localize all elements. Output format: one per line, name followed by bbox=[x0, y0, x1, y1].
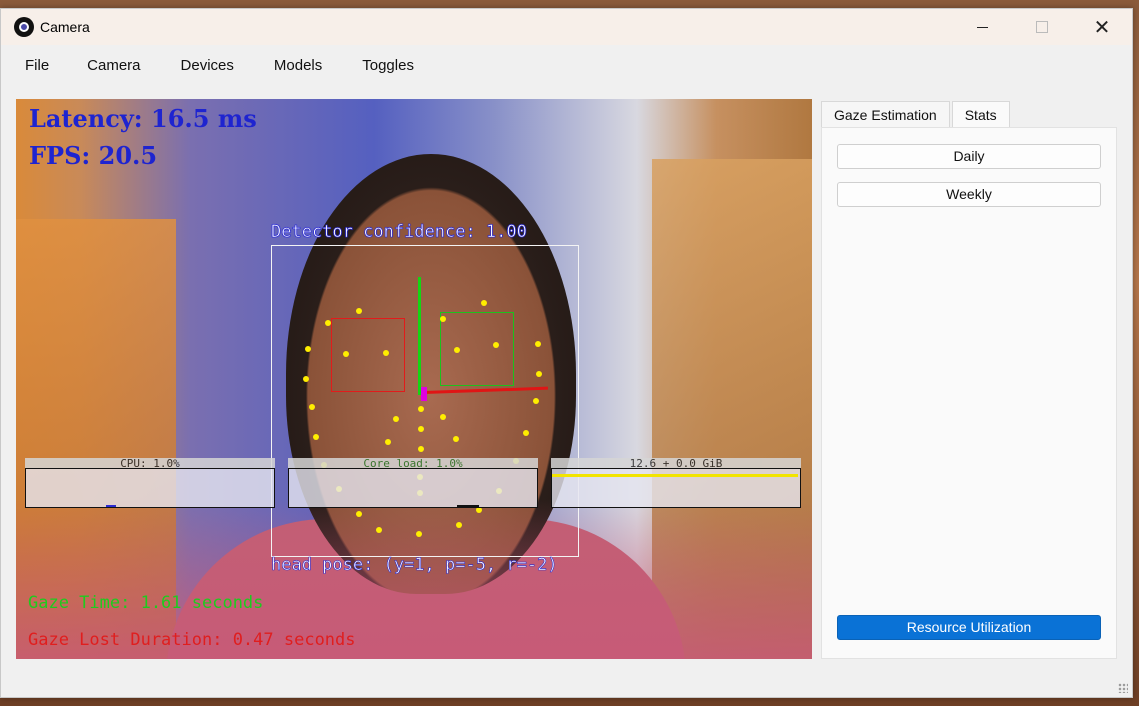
landmark-dot bbox=[385, 439, 391, 445]
detector-confidence-label: Detector confidence: 1.00 bbox=[271, 222, 527, 243]
fps-readout: FPS: 20.5 bbox=[29, 141, 158, 170]
landmark-dot bbox=[493, 342, 499, 348]
landmark-dot bbox=[383, 350, 389, 356]
landmark-dot bbox=[536, 371, 542, 377]
core-load-meter-fill bbox=[457, 505, 479, 507]
menu-devices[interactable]: Devices bbox=[169, 57, 246, 74]
landmark-dot bbox=[456, 522, 462, 528]
landmark-dot bbox=[305, 346, 311, 352]
landmark-dot bbox=[440, 316, 446, 322]
left-eye-box bbox=[331, 318, 405, 392]
landmark-dot bbox=[533, 398, 539, 404]
landmark-dot bbox=[453, 436, 459, 442]
core-load-meter-bar bbox=[288, 468, 538, 508]
landmark-dot bbox=[376, 527, 382, 533]
menu-file[interactable]: File bbox=[13, 57, 61, 74]
resource-utilization-button[interactable]: Resource Utilization bbox=[837, 615, 1101, 640]
landmark-dot bbox=[309, 404, 315, 410]
cpu-meter-fill bbox=[106, 505, 116, 507]
gaze-time-label: Gaze Time: 1.61 seconds bbox=[28, 593, 264, 613]
menu-camera[interactable]: Camera bbox=[75, 57, 152, 74]
menu-models[interactable]: Models bbox=[262, 57, 334, 74]
head-pose-label: head pose: (y=1, p=-5, r=-2) bbox=[271, 555, 558, 576]
landmark-dot bbox=[418, 406, 424, 412]
daily-button[interactable]: Daily bbox=[837, 144, 1101, 169]
menu-toggles[interactable]: Toggles bbox=[350, 57, 426, 74]
gaze-lost-label: Gaze Lost Duration: 0.47 seconds bbox=[28, 630, 356, 650]
landmark-dot bbox=[313, 434, 319, 440]
landmark-dot bbox=[440, 414, 446, 420]
landmark-dot bbox=[523, 430, 529, 436]
status-bar bbox=[1, 661, 1132, 697]
memory-meter: 12.6 + 0.0 GiB bbox=[551, 458, 801, 508]
landmark-dot bbox=[325, 320, 331, 326]
window-title: Camera bbox=[40, 19, 90, 35]
landmark-dot bbox=[416, 531, 422, 537]
tab-gaze-estimation[interactable]: Gaze Estimation bbox=[821, 101, 950, 127]
memory-meter-bar bbox=[551, 468, 801, 508]
core-load-meter: Core load: 1.0% bbox=[288, 458, 538, 508]
right-eye-box bbox=[440, 312, 514, 386]
minimize-button[interactable] bbox=[952, 9, 1012, 45]
landmark-dot bbox=[356, 511, 362, 517]
landmark-dot bbox=[343, 351, 349, 357]
landmark-dot bbox=[535, 341, 541, 347]
menu-bar: File Camera Devices Models Toggles bbox=[1, 45, 1132, 85]
close-button[interactable]: ✕ bbox=[1072, 9, 1132, 45]
tab-bar: Gaze Estimation Stats bbox=[821, 101, 1012, 127]
landmark-dot bbox=[356, 308, 362, 314]
camera-feed: CPU: 1.0% Core load: 1.0% 12.6 + 0.0 GiB… bbox=[16, 99, 812, 659]
landmark-dot bbox=[454, 347, 460, 353]
landmark-dot bbox=[481, 300, 487, 306]
weekly-button[interactable]: Weekly bbox=[837, 182, 1101, 207]
latency-readout: Latency: 16.5 ms bbox=[29, 104, 257, 133]
close-icon: ✕ bbox=[1093, 16, 1111, 39]
resize-grip-icon[interactable] bbox=[1118, 683, 1128, 693]
landmark-dot bbox=[418, 446, 424, 452]
memory-meter-fill bbox=[552, 474, 798, 477]
maximize-button[interactable] bbox=[1012, 9, 1072, 45]
camera-app-icon bbox=[14, 17, 34, 37]
landmark-dot bbox=[303, 376, 309, 382]
side-panel: Gaze Estimation Stats Daily Weekly Resou… bbox=[821, 101, 1117, 659]
landmark-dot bbox=[393, 416, 399, 422]
minimize-icon bbox=[976, 26, 988, 28]
title-bar: Camera ✕ bbox=[1, 9, 1132, 45]
camera-window: Camera ✕ File Camera Devices Models Togg… bbox=[0, 8, 1133, 698]
stats-panel: Daily Weekly Resource Utilization bbox=[821, 127, 1117, 659]
tab-stats[interactable]: Stats bbox=[951, 101, 1010, 127]
cpu-meter: CPU: 1.0% bbox=[25, 458, 275, 508]
head-pose-axis-z bbox=[421, 387, 427, 401]
maximize-icon bbox=[1036, 21, 1048, 33]
head-pose-axis-y bbox=[418, 277, 421, 395]
landmark-dot bbox=[418, 426, 424, 432]
cpu-meter-bar bbox=[25, 468, 275, 508]
